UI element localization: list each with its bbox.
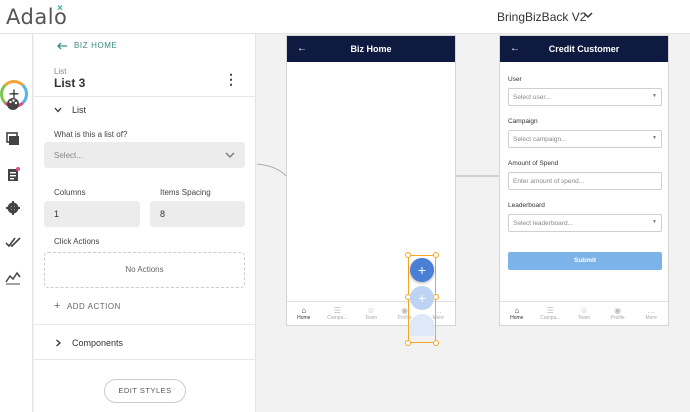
tab-label: Home (297, 315, 311, 321)
chevron-down-icon[interactable] (582, 8, 594, 26)
selected-list-component[interactable]: + + (405, 252, 439, 346)
click-actions-box: No Actions (44, 252, 245, 288)
top-bar: Adalo × BringBizBack V2 (0, 0, 690, 34)
more-options-icon[interactable]: ⋮ (224, 71, 238, 88)
spacing-label: Items Spacing (160, 188, 211, 197)
fab-button-placeholder (410, 314, 434, 336)
divider (34, 96, 256, 97)
canvas[interactable]: ← Biz Home ⌂ Home ☰ Campa... ☺ Team ◉ Profil… (257, 34, 690, 412)
resize-handle[interactable] (405, 252, 411, 258)
component-name[interactable]: List 3 (54, 76, 85, 90)
tab-label: Team (364, 315, 378, 321)
campaign-label: Campaign (508, 118, 538, 125)
dropdown-icon: ▼ (652, 93, 657, 99)
tab-home[interactable]: ⌂ Home (500, 302, 534, 325)
user-placeholder: Select user... (513, 94, 551, 101)
screen-title: Biz Home (350, 44, 392, 54)
team-icon: ☺ (366, 306, 376, 315)
project-name[interactable]: BringBizBack V2 (497, 10, 586, 24)
tab-label: Campa... (540, 315, 561, 321)
list-of-select[interactable]: Select... (44, 142, 245, 168)
palette-icon[interactable] (5, 96, 21, 112)
team-icon: ☺ (579, 306, 589, 315)
columns-label: Columns (54, 188, 86, 197)
tab-label: Home (510, 315, 524, 321)
tab-label: Campa... (327, 315, 348, 321)
tab-campaigns[interactable]: ☰ Campa... (321, 302, 355, 325)
gear-icon[interactable] (5, 200, 21, 216)
submit-button[interactable]: Submit (508, 252, 662, 270)
tab-more[interactable]: … More (634, 302, 668, 325)
home-icon: ⌂ (301, 306, 307, 315)
profile-icon: ◉ (614, 306, 622, 315)
divider (34, 359, 256, 360)
fab-button[interactable]: + (410, 258, 434, 282)
tab-team[interactable]: ☺ Team (354, 302, 388, 325)
chevron-down-icon (225, 152, 235, 158)
components-section-label: Components (72, 338, 124, 348)
tab-profile[interactable]: ◉ Profile (601, 302, 635, 325)
components-section-toggle[interactable]: Components (54, 338, 123, 348)
edit-styles-button[interactable]: EDIT STYLES (104, 379, 186, 403)
spend-label: Amount of Spend (508, 160, 559, 167)
tab-label: Profile (610, 315, 625, 321)
back-arrow-icon[interactable]: ← (297, 36, 307, 62)
leaderboard-label: Leaderboard (508, 202, 545, 209)
leaderboard-select[interactable]: Select leaderboard... ▼ (508, 214, 662, 232)
dropdown-icon: ▼ (652, 219, 657, 225)
user-select[interactable]: Select user... ▼ (508, 88, 662, 106)
more-icon: … (647, 306, 656, 315)
logo-spark-icon: × (57, 3, 63, 14)
resize-handle[interactable] (433, 340, 439, 346)
back-arrow-icon[interactable]: ← (510, 36, 520, 62)
chevron-down-icon (54, 107, 62, 113)
home-icon: ⌂ (514, 306, 520, 315)
list-icon: ☰ (333, 306, 341, 315)
screen-credit-customer[interactable]: ← Credit Customer User Select user... ▼ C… (499, 35, 669, 326)
tab-team[interactable]: ☺ Team (567, 302, 601, 325)
campaign-placeholder: Select campaign... (513, 136, 567, 143)
add-action-button[interactable]: + ADD ACTION (54, 300, 121, 312)
analytics-icon[interactable] (5, 269, 21, 285)
properties-panel: BIZ HOME List List 3 ⋮ List What is this… (34, 34, 256, 412)
list-icon: ☰ (546, 306, 554, 315)
tab-label: Team (577, 315, 591, 321)
screen-title: Credit Customer (548, 44, 620, 54)
columns-input[interactable]: 1 (44, 201, 140, 227)
left-toolbar: + (0, 34, 33, 412)
back-link[interactable]: BIZ HOME (56, 41, 117, 50)
list-section-label: List (72, 105, 87, 115)
component-type: List (54, 67, 67, 76)
tab-home[interactable]: ⌂ Home (287, 302, 321, 325)
spend-input[interactable]: Enter amount of spend... (508, 172, 662, 190)
bottom-tab-bar: ⌂ Home ☰ Campa... ☺ Team ◉ Profile … More (500, 301, 668, 325)
divider (34, 324, 256, 325)
database-icon[interactable] (5, 166, 21, 182)
screen-header: ← Biz Home (287, 36, 455, 62)
screens-icon[interactable] (5, 131, 21, 147)
back-link-label: BIZ HOME (74, 41, 118, 50)
spend-placeholder: Enter amount of spend... (513, 178, 585, 185)
leaderboard-placeholder: Select leaderboard... (513, 220, 573, 227)
fab-button-placeholder: + (410, 286, 434, 310)
list-section-toggle[interactable]: List (54, 105, 86, 115)
list-of-label: What is this a list of? (54, 130, 128, 139)
click-actions-label: Click Actions (54, 237, 100, 246)
campaign-select[interactable]: Select campaign... ▼ (508, 130, 662, 148)
tab-campaigns[interactable]: ☰ Campa... (534, 302, 568, 325)
screen-header: ← Credit Customer (500, 36, 668, 62)
resize-handle[interactable] (405, 340, 411, 346)
resize-handle[interactable] (433, 252, 439, 258)
spacing-input[interactable]: 8 (150, 201, 245, 227)
arrow-left-icon (57, 42, 67, 49)
dropdown-icon: ▼ (652, 135, 657, 141)
tab-label: More (645, 315, 657, 321)
add-action-label: ADD ACTION (66, 302, 121, 311)
list-of-placeholder: Select... (54, 151, 83, 160)
user-label: User (508, 76, 522, 83)
chevron-right-icon (56, 339, 61, 347)
plus-icon: + (54, 300, 61, 312)
publish-check-icon[interactable] (5, 234, 21, 250)
